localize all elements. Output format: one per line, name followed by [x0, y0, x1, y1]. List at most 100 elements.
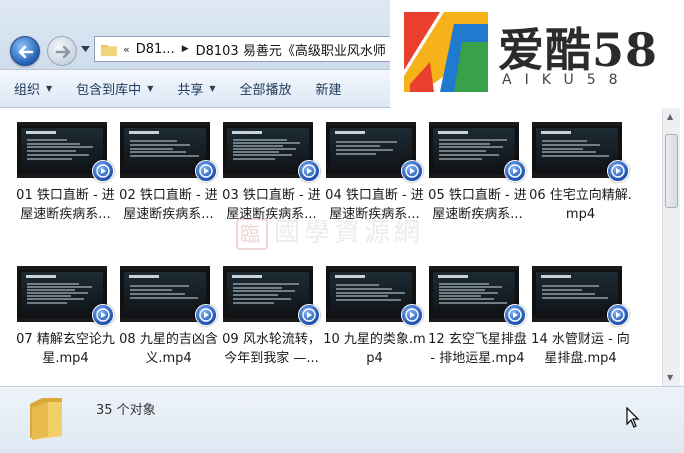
file-item[interactable]: 02 铁口直断 - 进屋速断疾病系...	[117, 122, 220, 250]
file-name: 12 玄空飞星排盘 - 排地运星.mp4	[428, 332, 527, 366]
file-name: 02 铁口直断 - 进屋速断疾病系...	[119, 188, 218, 222]
frame-text-line	[233, 301, 274, 304]
frame-text-line	[233, 294, 278, 297]
file-item[interactable]: 06 住宅立向精解.mp4	[529, 122, 632, 250]
frame-text-line	[27, 295, 71, 298]
breadcrumb-overflow[interactable]: «	[123, 43, 130, 56]
video-frame	[536, 128, 618, 172]
video-frame	[536, 272, 618, 316]
media-player-icon	[92, 304, 114, 326]
video-frame	[330, 272, 412, 316]
frame-heading	[26, 275, 56, 278]
file-item[interactable]: 14 水管财运 - 向星排盘.mp4	[529, 266, 632, 386]
frame-heading	[26, 131, 56, 134]
mouse-cursor-icon	[626, 407, 640, 428]
breadcrumb-item[interactable]: D8103 易善元《高级职业风水师	[196, 40, 386, 59]
film-sprockets	[223, 122, 313, 126]
file-item[interactable]: 05 铁口直断 - 进屋速断疾病系...	[426, 122, 529, 250]
file-name: 06 住宅立向精解.mp4	[529, 188, 632, 222]
file-item[interactable]: 07 精解玄空论九星.mp4	[14, 266, 117, 386]
frame-text-line	[542, 296, 608, 299]
scroll-down-icon[interactable]: ▼	[667, 373, 673, 382]
frame-text-line	[27, 292, 88, 295]
frame-text-line	[439, 289, 485, 292]
file-item[interactable]: 03 铁口直断 - 进屋速断疾病系...	[220, 122, 323, 250]
file-item[interactable]: 10 九星的类象.mp4	[323, 266, 426, 386]
media-player-icon	[607, 160, 629, 182]
frame-text-line	[27, 301, 67, 304]
scroll-thumb[interactable]	[665, 134, 678, 208]
frame-text-line	[130, 147, 173, 150]
frame-text-line	[542, 289, 582, 292]
frame-heading	[541, 275, 571, 278]
frame-text-line	[27, 298, 84, 301]
file-item[interactable]: 01 铁口直断 - 进屋速断疾病系...	[14, 122, 117, 250]
file-list[interactable]: 臨國學資源網 01 铁口直断 - 进屋速断疾病系... 02 铁口直断 - 进屋速…	[0, 108, 662, 386]
frame-text-line	[542, 151, 596, 154]
file-name: 04 铁口直断 - 进屋速断疾病系...	[325, 188, 424, 222]
video-frame	[21, 272, 103, 316]
back-button[interactable]	[10, 36, 40, 66]
new-folder-button[interactable]: 新建	[316, 79, 342, 98]
file-item[interactable]: 12 玄空飞星排盘 - 排地运星.mp4	[426, 266, 529, 386]
share-menu[interactable]: 共享 ▼	[177, 79, 215, 98]
frame-text-line	[233, 148, 296, 151]
frame-text-line	[27, 157, 72, 160]
frame-text-line	[439, 295, 481, 298]
media-player-icon	[298, 160, 320, 182]
media-player-icon	[92, 160, 114, 182]
frame-text-line	[542, 143, 600, 146]
file-name: 05 铁口直断 - 进屋速断疾病系...	[428, 188, 527, 222]
address-field[interactable]: « D81... ▶ D8103 易善元《高级职业风水师	[94, 36, 394, 62]
file-name: 07 精解玄空论九星.mp4	[16, 332, 115, 366]
frame-text-line	[336, 141, 397, 144]
frame-text-line	[233, 151, 279, 154]
frame-heading	[129, 275, 159, 278]
media-player-icon	[195, 160, 217, 182]
play-all-button[interactable]: 全部播放	[240, 79, 292, 98]
film-sprockets	[429, 122, 519, 126]
frame-text-line	[336, 284, 379, 287]
frame-text-line	[439, 150, 486, 153]
media-player-icon	[607, 304, 629, 326]
frame-text-line	[27, 289, 75, 292]
frame-text-line	[439, 286, 502, 289]
frame-text-line	[27, 153, 89, 156]
frame-heading	[438, 275, 468, 278]
media-player-icon	[195, 304, 217, 326]
site-logo: 爱酷58 AIKU58	[390, 0, 684, 102]
breadcrumb-item[interactable]: D81...	[136, 42, 175, 57]
frame-heading	[232, 275, 262, 278]
breadcrumb-separator-icon[interactable]: ▶	[182, 44, 189, 54]
recent-pages-dropdown[interactable]	[81, 46, 90, 52]
vertical-scrollbar[interactable]: ▲ ▼	[662, 108, 680, 386]
media-player-icon	[401, 160, 423, 182]
frame-text-line	[439, 142, 490, 145]
frame-text-line	[130, 292, 185, 295]
chevron-down-icon: ▼	[147, 84, 154, 93]
include-in-library-menu[interactable]: 包含到库中 ▼	[76, 79, 153, 98]
forward-button[interactable]	[47, 36, 77, 66]
frame-text-line	[439, 157, 482, 160]
logo-mark-icon	[404, 12, 488, 92]
file-grid: 01 铁口直断 - 进屋速断疾病系... 02 铁口直断 - 进屋速断疾病系...…	[14, 122, 654, 386]
organize-menu[interactable]: 组织 ▼	[14, 79, 52, 98]
media-player-icon	[401, 304, 423, 326]
file-item[interactable]: 04 铁口直断 - 进屋速断疾病系...	[323, 122, 426, 250]
frame-text-line	[27, 282, 79, 285]
file-name: 09 风水轮流转，今年到我家 —...	[222, 332, 321, 366]
scroll-up-icon[interactable]: ▲	[667, 112, 673, 121]
file-item[interactable]: 08 九星的吉凶含义.mp4	[117, 266, 220, 386]
frame-text-line	[336, 148, 393, 151]
file-item[interactable]: 09 风水轮流转，今年到我家 —...	[220, 266, 323, 386]
frame-text-line	[27, 142, 80, 145]
frame-text-line	[336, 145, 380, 148]
file-name: 14 水管财运 - 向星排盘.mp4	[531, 332, 630, 366]
video-frame	[433, 128, 515, 172]
frame-text-line	[439, 292, 498, 295]
chevron-down-icon: ▼	[209, 84, 216, 93]
folder-icon	[30, 398, 62, 440]
frame-text-line	[27, 138, 67, 141]
film-sprockets	[120, 266, 210, 270]
frame-heading	[232, 131, 262, 134]
